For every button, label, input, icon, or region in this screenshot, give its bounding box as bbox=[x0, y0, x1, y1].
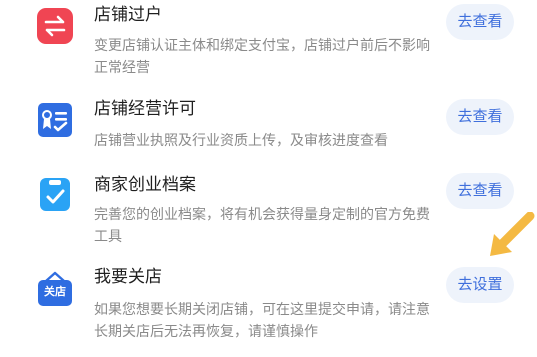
settings-button[interactable]: 去设置 bbox=[446, 267, 514, 303]
view-button[interactable]: 去查看 bbox=[446, 173, 514, 209]
item-title: 商家创业档案 bbox=[94, 175, 196, 194]
pointer-arrow-icon bbox=[486, 211, 536, 267]
item-title: 店铺过户 bbox=[94, 5, 162, 24]
close-store-icon-text: 关店 bbox=[44, 286, 66, 298]
transfer-arrows-icon bbox=[37, 8, 73, 44]
view-button[interactable]: 去查看 bbox=[446, 99, 514, 135]
clipboard-check-icon bbox=[37, 176, 73, 212]
item-title: 我要关店 bbox=[94, 267, 162, 286]
item-description: 如果您想要长期关闭店铺，可在这里提交申请，请注意长期关店后无法再恢复，请谨慎操作 bbox=[94, 301, 430, 339]
item-title: 店铺经营许可 bbox=[94, 99, 196, 118]
view-button[interactable]: 去查看 bbox=[446, 4, 514, 40]
item-description: 变更店铺认证主体和绑定支付宝，店铺过户前后不影响正常经营 bbox=[94, 37, 430, 75]
license-certificate-icon bbox=[37, 102, 73, 138]
item-description: 店铺营业执照及行业资质上传，及审核进度查看 bbox=[94, 132, 388, 148]
item-description: 完善您的创业档案，将有机会获得量身定制的官方免费工具 bbox=[94, 206, 430, 244]
close-store-icon: 关店 bbox=[37, 271, 73, 307]
